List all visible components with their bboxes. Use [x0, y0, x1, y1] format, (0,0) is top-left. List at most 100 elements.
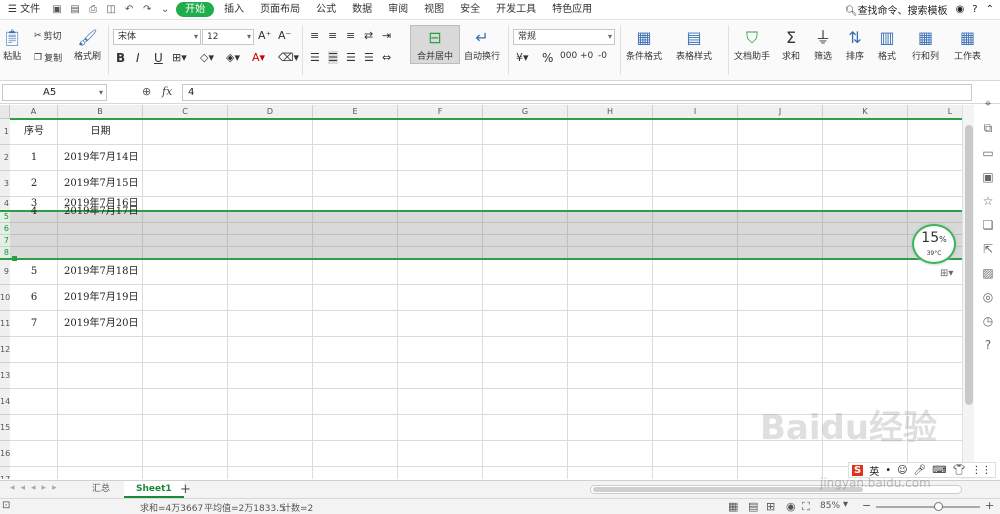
border-button[interactable]: ⊞▾ — [172, 51, 187, 64]
tab-security[interactable]: 安全 — [452, 0, 488, 20]
align-left-button[interactable]: ☰ — [310, 51, 320, 64]
cell[interactable]: 1 — [10, 145, 58, 171]
vertical-scrollbar[interactable] — [962, 105, 974, 479]
filter-button[interactable]: ⏚ 筛选 — [814, 27, 832, 62]
justify-button[interactable]: ☰ — [364, 51, 374, 64]
worksheet-button[interactable]: ▦ 工作表 — [954, 27, 981, 62]
page-layout-view-icon[interactable]: ▤ — [748, 500, 758, 513]
column-header[interactable]: C — [143, 105, 228, 119]
ime-grid-icon[interactable]: ⋮⋮ — [971, 465, 991, 476]
decrease-decimal-button[interactable]: -0 — [598, 51, 607, 61]
cell[interactable]: 2019年7月15日 — [64, 171, 139, 197]
cell[interactable]: 2019年7月17日 — [64, 205, 139, 219]
cursor-icon[interactable]: ⌖ — [985, 96, 992, 111]
cut-button[interactable]: ✂ 剪切 — [34, 29, 62, 43]
search-command[interactable]: 🔍︎查找命令、搜索模板 — [845, 2, 948, 17]
align-bottom-button[interactable]: ≡ — [346, 29, 355, 42]
tab-data[interactable]: 数据 — [344, 0, 380, 20]
thousand-sep-button[interactable]: 000 — [560, 51, 577, 61]
tab-formulas[interactable]: 公式 — [308, 0, 344, 20]
copy-button[interactable]: ❐ 复制 — [34, 51, 62, 65]
column-header[interactable]: F — [398, 105, 483, 119]
column-header[interactable]: I — [653, 105, 738, 119]
number-format-select[interactable]: 常规 ▾ — [513, 29, 615, 45]
cell[interactable]: 2019年7月14日 — [64, 145, 139, 171]
row-header[interactable]: 10 — [0, 285, 10, 311]
column-header[interactable]: H — [568, 105, 653, 119]
row-header[interactable]: 11 — [0, 311, 10, 337]
cell[interactable]: 序号 — [10, 119, 58, 145]
history-icon[interactable]: ◷ — [983, 314, 993, 328]
print-icon[interactable]: ⎙ — [86, 4, 100, 15]
row-header[interactable]: 15 — [0, 415, 10, 441]
zoom-slider-handle[interactable] — [934, 502, 943, 511]
select-all-corner[interactable] — [0, 105, 10, 119]
add-sheet-button[interactable]: + — [168, 481, 203, 498]
cell[interactable]: 2019年7月18日 — [64, 259, 139, 285]
font-size-select[interactable]: 12 ▾ — [202, 29, 254, 45]
collapse-ribbon-icon[interactable]: ⌃ — [986, 4, 994, 15]
align-middle-button[interactable]: ≡ — [328, 29, 337, 42]
fill-color-button[interactable]: ◇▾ — [200, 51, 214, 64]
zoom-in-icon[interactable]: + — [985, 499, 994, 512]
cell[interactable]: 6 — [10, 285, 58, 311]
font-name-select[interactable]: 宋体 ▾ — [113, 29, 201, 45]
column-header[interactable]: B — [58, 105, 143, 119]
chevron-down-icon[interactable]: ⌄ — [158, 4, 172, 15]
fullscreen-icon[interactable]: ⛶ — [802, 500, 810, 514]
redo-icon[interactable]: ↷ — [140, 4, 154, 15]
row-header[interactable]: 9 — [0, 259, 10, 285]
merge-center-button[interactable]: ⊟ 合并居中 — [410, 25, 460, 64]
currency-button[interactable]: ¥▾ — [516, 51, 529, 64]
page-break-view-icon[interactable]: ⊞ — [766, 500, 775, 513]
undo-icon[interactable]: ↶ — [122, 4, 136, 15]
row-header[interactable]: 2 — [0, 145, 10, 171]
cell[interactable]: 4 — [10, 205, 58, 219]
ime-punct-icon[interactable]: • — [885, 465, 891, 476]
share-icon[interactable]: ⇱ — [983, 242, 993, 256]
row-header[interactable]: 1 — [0, 119, 10, 145]
image-icon[interactable]: ▨ — [982, 266, 993, 280]
zoom-slider[interactable] — [876, 506, 980, 508]
percent-button[interactable]: % — [542, 51, 553, 65]
font-shrink-button[interactable]: A⁻ — [278, 29, 291, 42]
tab-view[interactable]: 视图 — [416, 0, 452, 20]
cell[interactable]: 7 — [10, 311, 58, 337]
reading-view-icon[interactable]: ◉ — [786, 500, 796, 513]
doc-assistant-button[interactable]: ⛉ 文档助手 — [734, 27, 770, 62]
help-circle-icon[interactable]: ? — [985, 338, 991, 352]
tab-developer[interactable]: 开发工具 — [488, 0, 544, 20]
location-icon[interactable]: ◎ — [983, 290, 993, 304]
row-header[interactable]: 14 — [0, 389, 10, 415]
sheet-tab-summary[interactable]: 汇总 — [80, 481, 122, 498]
row-header[interactable]: 16 — [0, 441, 10, 467]
tab-review[interactable]: 审阅 — [380, 0, 416, 20]
cell[interactable]: 2 — [10, 171, 58, 197]
tab-page-layout[interactable]: 页面布局 — [252, 0, 308, 20]
row-header[interactable]: 5 — [0, 211, 10, 223]
sum-button[interactable]: Σ 求和 — [782, 27, 800, 62]
account-icon[interactable]: ◉ — [956, 4, 965, 15]
zoom-dropdown-icon[interactable]: ▾ — [843, 499, 848, 510]
formula-input[interactable]: 4 — [182, 84, 972, 101]
zoom-formula-icon[interactable]: ⊕ — [142, 85, 151, 98]
cell[interactable]: 日期 — [58, 119, 143, 145]
format-painter-button[interactable]: 🖌︎ 格式刷 — [74, 27, 101, 62]
help-icon[interactable]: ? — [972, 4, 977, 15]
table-style-button[interactable]: ▤ 表格样式 — [676, 27, 712, 62]
wrap-icon-button[interactable]: ⇥ — [382, 29, 391, 42]
fill-palette-button[interactable]: ◈▾ — [226, 51, 240, 64]
star-icon[interactable]: ☆ — [983, 194, 994, 208]
clear-button[interactable]: ⌫▾ — [278, 51, 299, 64]
format-button[interactable]: ▥ 格式 — [878, 27, 896, 62]
wrap-text-button[interactable]: ↵ 自动换行 — [464, 27, 500, 62]
ime-mic-icon[interactable]: 🎤︎ — [914, 465, 927, 476]
row-header[interactable]: 6 — [0, 223, 10, 235]
font-color-button[interactable]: A▾ — [252, 51, 265, 64]
row-header[interactable]: 7 — [0, 235, 10, 247]
ime-skin-icon[interactable]: 👕︎ — [953, 465, 966, 476]
orientation-button[interactable]: ⇄ — [364, 29, 373, 42]
cell[interactable]: 5 — [10, 259, 58, 285]
shapes-icon[interactable]: ⧉ — [984, 121, 993, 136]
ime-lang-icon[interactable]: 英 — [869, 463, 879, 478]
